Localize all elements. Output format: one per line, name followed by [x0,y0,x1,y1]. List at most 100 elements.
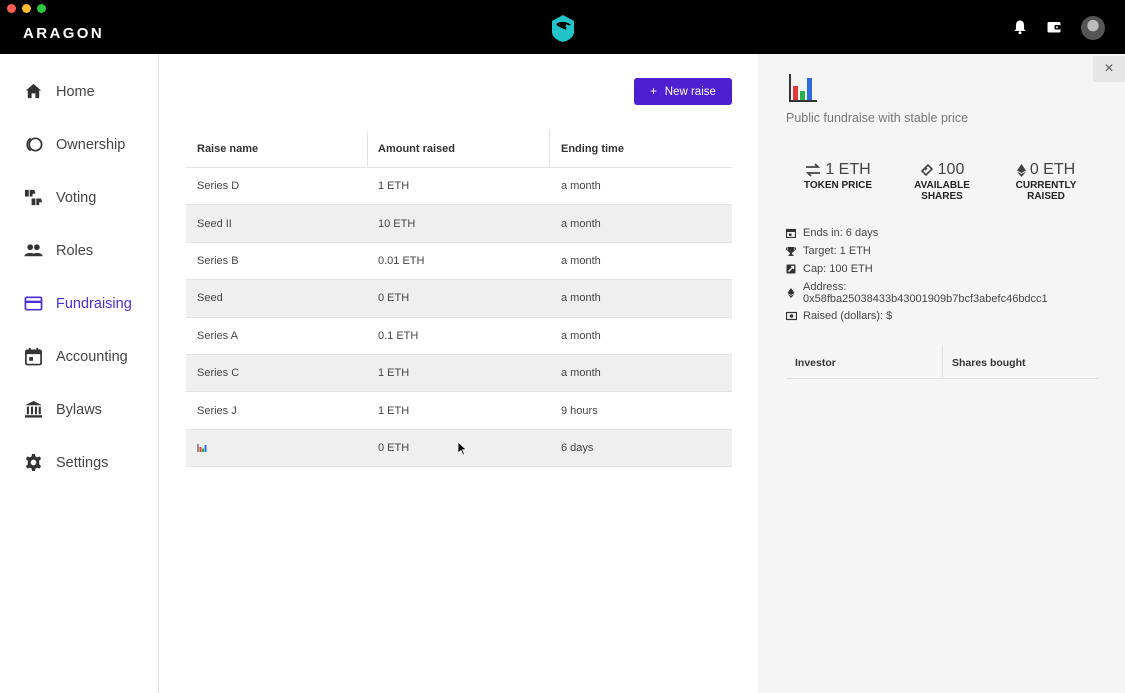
mouse-cursor-icon [458,442,468,456]
table-row[interactable]: Seed 0 ETH a month [186,280,732,318]
amount-raised: 0 ETH [378,292,410,305]
raise-name: Series J [197,404,237,417]
ownership-icon [26,137,43,152]
ending-time: 6 days [561,441,594,454]
stat-value: 1 ETH [825,161,871,178]
stat-caption: AVAILABLE SHARES [914,180,970,202]
stat-value: 0 ETH [1029,161,1076,178]
sidebar-item-label: Settings [56,455,109,471]
maximize-window-button[interactable] [37,4,46,13]
main-content: + New raise Raise name Amount raised End… [160,54,758,693]
amount-raised: 1 ETH [378,404,410,417]
table-row[interactable]: Series J 1 ETH 9 hours [186,392,732,430]
sidebar-item-voting[interactable]: Voting [0,178,159,218]
amount-raised: 0 ETH [378,441,410,454]
raise-name: Series A [197,329,238,342]
amount-raised: 1 ETH [378,180,410,193]
sidebar-item-fundraising[interactable]: Fundraising [0,284,159,324]
voting-icon [24,189,43,206]
stat-caption: TOKEN PRICE [803,180,873,191]
stat-caption: CURRENTLY RAISED [1015,180,1077,202]
sidebar-item-label: Fundraising [56,296,132,312]
raise-name: Series B [197,254,239,267]
ending-time: a month [561,292,601,305]
minimize-window-button[interactable] [22,4,31,13]
accounting-icon [25,347,42,366]
raise-name [197,430,207,466]
info-text: Target: 1 ETH [803,245,871,257]
column-header-investor[interactable]: Investor [795,357,836,369]
raise-name: Seed II [197,217,232,230]
settings-icon [25,453,42,472]
info-label: Address: [803,281,847,293]
sidebar-item-label: Home [56,84,95,100]
sidebar-item-label: Voting [56,190,97,206]
wallet-icon[interactable] [1046,19,1062,35]
exchange-icon [806,163,821,177]
top-bar: ARAGON [0,0,1125,54]
ending-time: a month [561,329,601,342]
sidebar-item-settings[interactable]: Settings [0,443,159,483]
stat-value: 100 [937,161,965,178]
chart-icon [197,443,207,452]
sidebar-item-bylaws[interactable]: Bylaws [0,390,159,430]
ending-time: a month [561,254,601,267]
raise-name: Series D [197,180,240,193]
ending-time: 9 hours [561,404,598,417]
column-header-ending-time[interactable]: Ending time [561,131,624,167]
brand-logo-text: ARAGON [23,25,105,42]
panel-subtitle: Public fundraise with stable price [786,111,969,125]
close-panel-button[interactable]: × [1093,56,1125,82]
raise-name: Seed [197,292,223,305]
raise-details-panel: × Public fundraise with stable price 1 E… [758,54,1125,693]
fundraising-icon [24,296,43,311]
table-row[interactable]: Seed II 10 ETH a month [186,205,732,243]
new-raise-button[interactable]: + New raise [634,78,732,105]
table-header: Raise name Amount raised Ending time [186,131,732,168]
amount-raised: 0.01 ETH [378,254,425,267]
sidebar-item-label: Roles [56,243,94,259]
sidebar-item-accounting[interactable]: Accounting [0,337,159,377]
sidebar-item-home[interactable]: Home [0,72,159,112]
sidebar: Home Ownership Voting Roles Fundraising … [0,54,159,693]
plus-icon: + [650,85,657,98]
trophy-icon [786,247,796,256]
ethereum-icon [1016,163,1026,177]
column-header-shares-bought[interactable]: Shares bought [952,357,1026,369]
table-row[interactable]: Series C 1 ETH a month [186,354,732,393]
sidebar-item-label: Ownership [56,137,126,153]
stat-token-price: 1 ETH TOKEN PRICE [802,161,874,191]
raise-name: Series C [197,367,240,380]
info-text: Cap: 100 ETH [803,263,873,275]
sidebar-item-label: Accounting [56,349,128,365]
avatar[interactable] [1081,16,1105,40]
new-raise-label: New raise [664,85,716,98]
raises-table: Raise name Amount raised Ending time Ser… [186,131,732,468]
info-text: Raised (dollars): $ [803,310,893,322]
bell-icon[interactable] [1012,19,1028,35]
sidebar-item-ownership[interactable]: Ownership [0,125,159,165]
column-header-amount-raised[interactable]: Amount raised [378,131,455,167]
column-divider [942,345,943,379]
ending-time: a month [561,367,601,380]
sidebar-item-roles[interactable]: Roles [0,231,159,271]
column-divider [549,131,550,167]
home-icon [25,83,42,99]
column-header-raise-name[interactable]: Raise name [197,131,258,167]
stat-currently-raised: 0 ETH CURRENTLY RAISED [997,161,1095,202]
ethereum-icon [787,288,795,298]
aragon-eagle-icon [552,15,574,42]
roles-icon [24,244,43,257]
close-window-button[interactable] [7,4,16,13]
info-address-value[interactable]: 0x58fba25038433b43001909b7bcf3abefc46bdc… [803,293,1048,305]
calendar-icon [786,228,796,238]
bylaws-icon [24,400,43,418]
table-row[interactable]: Series A 0.1 ETH a month [186,318,732,355]
table-row[interactable]: Series B 0.01 ETH a month [186,243,732,281]
chart-icon [789,74,817,102]
table-row[interactable]: Series D 1 ETH a month [186,168,732,206]
ending-time: a month [561,180,601,193]
amount-raised: 10 ETH [378,217,416,230]
money-icon [786,311,797,321]
stat-available-shares: 100 AVAILABLE SHARES [894,161,990,202]
